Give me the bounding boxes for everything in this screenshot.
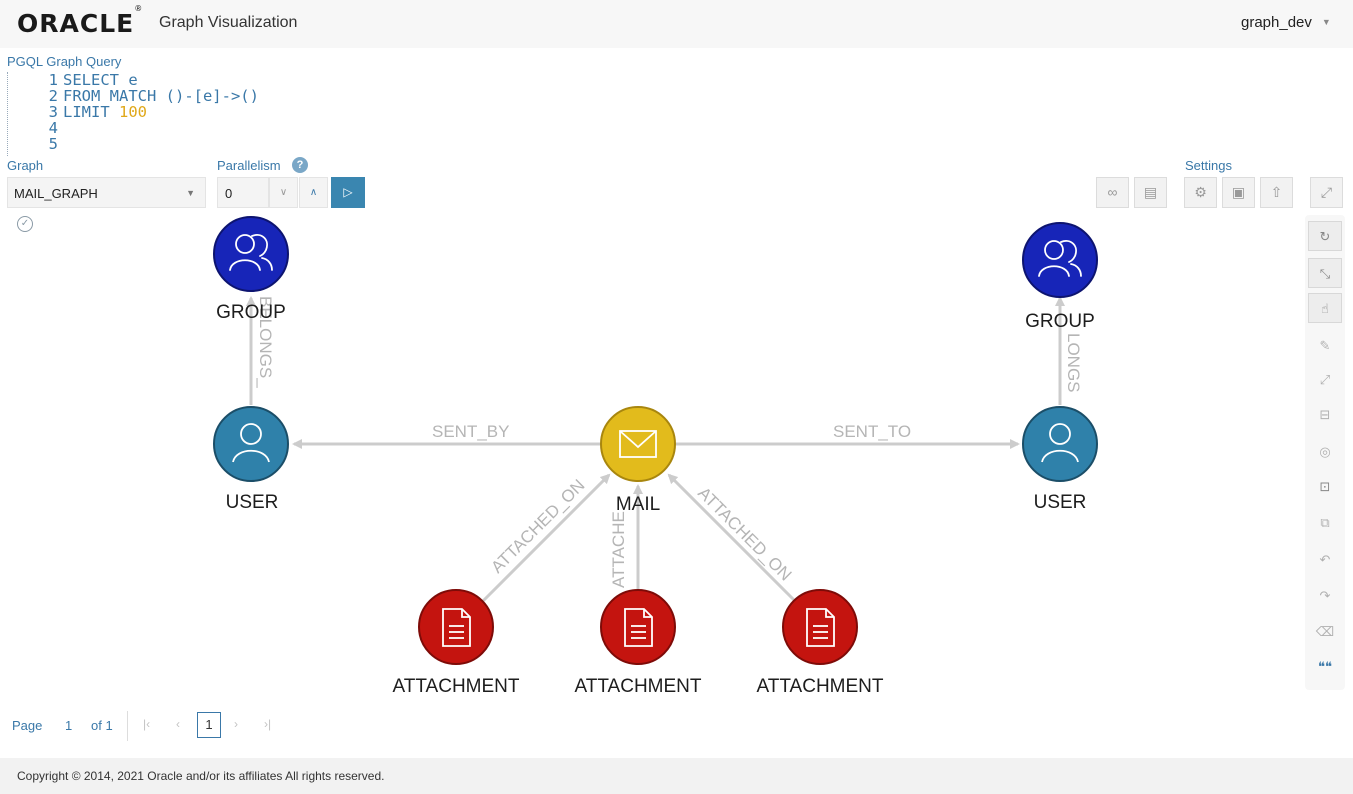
chevron-down-icon: ▼ (1321, 17, 1331, 27)
group-button[interactable]: ⧉ (1308, 508, 1342, 538)
node-label: ATTACHMENT (392, 676, 519, 697)
node-label: USER (226, 492, 279, 513)
node-label: MAIL (616, 494, 660, 515)
legend-button[interactable]: ❝❝ (1308, 652, 1342, 682)
first-page-button[interactable]: |‹ (143, 717, 150, 731)
edit-button[interactable]: ✎ (1308, 331, 1342, 361)
expand-icon: ⤢ (1320, 184, 1333, 200)
select-region-button[interactable]: ⊡ (1308, 472, 1342, 502)
edge-attached-on-right[interactable]: ATTACHED_ON (667, 473, 797, 603)
expand-icon: ⤢ (1319, 372, 1331, 387)
graph-tools-panel: ↻ ⤡ ☝ ✎ ⤢ ⊟ ◎ ⊡ ⧉ ↶ ↷ ⌫ ❝❝ (1305, 215, 1345, 690)
focus-button[interactable]: ◎ (1308, 437, 1342, 467)
quote-icon: ❝❝ (1318, 659, 1332, 674)
minus-box-icon: ⊟ (1319, 407, 1331, 422)
redo-button[interactable]: ↷ (1308, 581, 1342, 611)
last-page-button[interactable]: ›| (264, 717, 271, 731)
eraser-icon: ⌫ (1315, 624, 1335, 639)
user-node[interactable]: USER (1022, 406, 1098, 513)
edge-label: LONGS (1064, 333, 1083, 393)
chevron-right-icon: › (234, 717, 238, 731)
user-node[interactable]: USER (213, 406, 289, 513)
attachment-node[interactable]: ATTACHMENT (574, 589, 702, 697)
group-icon: ⧉ (1320, 515, 1330, 530)
first-page-icon: |‹ (143, 717, 151, 731)
reset-button[interactable]: ↻ (1308, 221, 1342, 251)
edge-label: ATTACHE (609, 511, 628, 588)
expand-button[interactable]: ⤢ (1308, 365, 1342, 395)
mail-node[interactable]: MAIL (600, 406, 676, 515)
fullscreen-button[interactable]: ⤢ (1310, 177, 1343, 208)
shrink-icon: ⤡ (1319, 266, 1331, 281)
graph-canvas[interactable]: BELONGS_ LONGS SENT_BY SENT_TO ATTACHED_… (0, 0, 1290, 710)
pager-divider (127, 711, 128, 741)
edge-label: ATTACHED_ON (694, 483, 795, 584)
undo-button[interactable]: ↶ (1308, 545, 1342, 575)
target-icon: ◎ (1319, 444, 1331, 459)
collapse-button[interactable]: ⊟ (1308, 400, 1342, 430)
current-page-button[interactable]: 1 (197, 712, 221, 738)
last-page-icon: ›| (264, 717, 272, 731)
undo-icon: ↶ (1319, 552, 1331, 567)
edge-label: SENT_BY (432, 422, 509, 441)
fit-to-screen-button[interactable]: ⤡ (1308, 258, 1342, 288)
node-label: GROUP (1025, 311, 1095, 332)
page-label: Page (12, 718, 43, 733)
clear-button[interactable]: ⌫ (1308, 617, 1342, 647)
hand-icon: ☝ (1321, 301, 1329, 316)
edge-label: ATTACHED_ON (487, 476, 588, 577)
prev-page-button[interactable]: ‹ (176, 717, 180, 731)
page-number: 1 (65, 718, 73, 733)
redo-icon: ↷ (1319, 588, 1331, 603)
edge-sent-by[interactable]: SENT_BY (292, 422, 601, 449)
group-node[interactable]: GROUP (213, 216, 289, 323)
group-node[interactable]: GROUP (1022, 222, 1098, 332)
next-page-button[interactable]: › (234, 717, 238, 731)
edit-icon: ✎ (1319, 338, 1331, 353)
edge-attached-on-left[interactable]: ATTACHED_ON (481, 473, 611, 603)
node-label: USER (1034, 492, 1087, 513)
copyright-text: Copyright © 2014, 2021 Oracle and/or its… (17, 769, 385, 783)
refresh-icon: ↻ (1319, 229, 1331, 244)
node-label: ATTACHMENT (574, 676, 701, 697)
footer: Copyright © 2014, 2021 Oracle and/or its… (0, 758, 1353, 794)
attachment-node[interactable]: ATTACHMENT (392, 589, 520, 697)
chevron-left-icon: ‹ (176, 717, 180, 731)
attachment-node[interactable]: ATTACHMENT (756, 589, 884, 697)
edge-label: SENT_TO (833, 422, 911, 441)
pan-mode-button[interactable]: ☝ (1308, 293, 1342, 323)
page-count: of 1 (91, 718, 113, 733)
node-label: ATTACHMENT (756, 676, 883, 697)
node-label: GROUP (216, 302, 286, 323)
edge-sent-to[interactable]: SENT_TO (676, 422, 1020, 449)
select-icon: ⊡ (1319, 479, 1331, 494)
